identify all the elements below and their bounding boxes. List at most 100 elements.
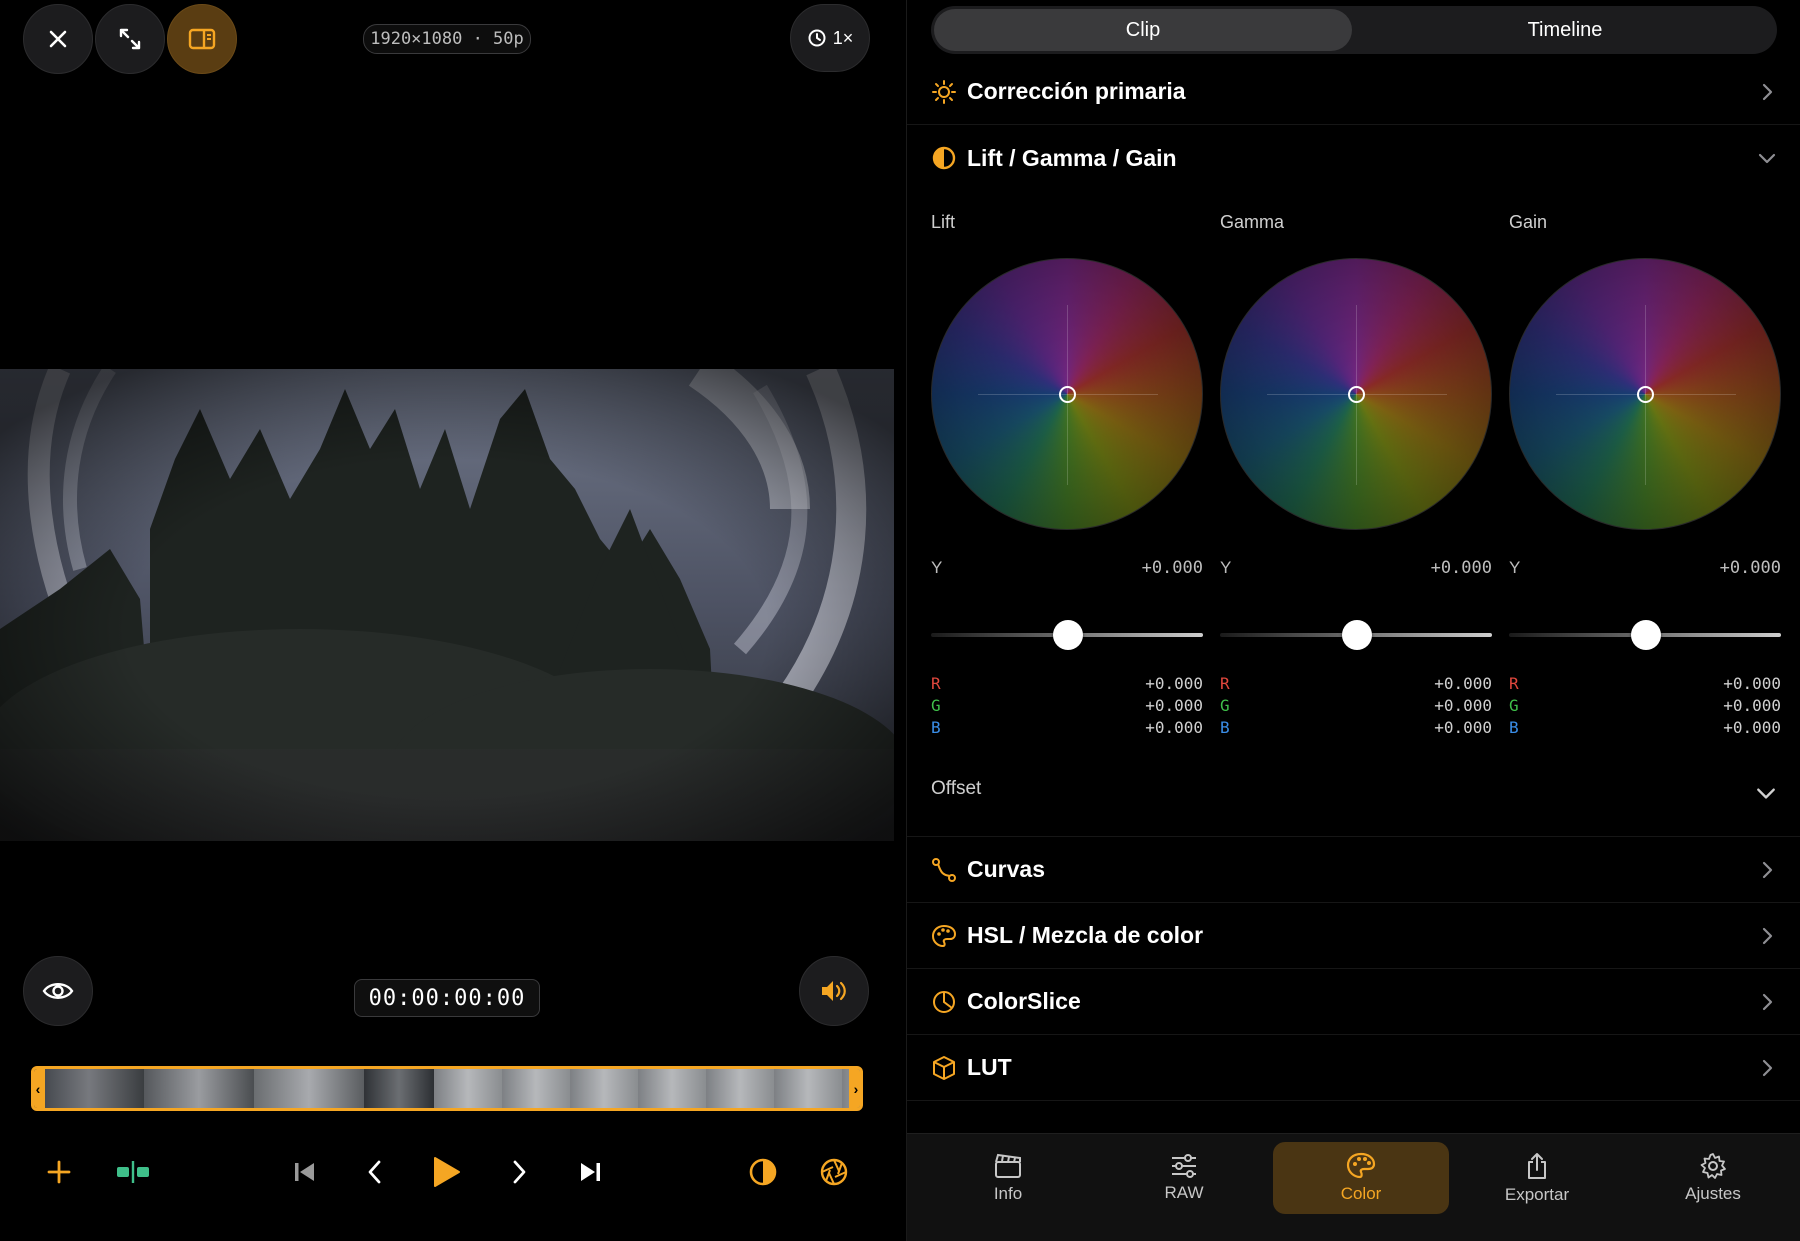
color-compare-button[interactable] <box>741 1150 785 1194</box>
curve-icon <box>931 857 957 883</box>
y-label: Y <box>1509 558 1521 577</box>
go-to-start-button[interactable] <box>283 1150 327 1194</box>
audio-button[interactable] <box>799 956 869 1026</box>
section-lut[interactable]: LUT <box>907 1035 1800 1101</box>
split-button[interactable] <box>108 1150 158 1194</box>
g-row: G +0.000 <box>931 696 1203 715</box>
g-row: G +0.000 <box>1509 696 1781 715</box>
section-label: Corrección primaria <box>967 78 1186 104</box>
section-label: Lift / Gamma / Gain <box>967 144 1177 171</box>
wheel-puck[interactable] <box>1348 386 1365 403</box>
r-row: R +0.000 <box>931 674 1203 693</box>
wheel-puck[interactable] <box>1637 386 1654 403</box>
playback-speed-button[interactable]: 1× <box>790 4 870 72</box>
g-row: G +0.000 <box>1220 696 1492 715</box>
eye-icon <box>42 983 74 999</box>
clapperboard-icon <box>995 1153 1021 1178</box>
b-value: +0.000 <box>1723 718 1781 737</box>
fullscreen-button[interactable] <box>95 4 165 74</box>
section-label: ColorSlice <box>967 988 1081 1014</box>
chevron-right-icon <box>1762 83 1773 100</box>
b-row: B +0.000 <box>1220 718 1492 737</box>
b-row: B +0.000 <box>1509 718 1781 737</box>
aperture-icon <box>820 1158 848 1186</box>
chevron-right-icon <box>1762 927 1773 944</box>
tab-clip[interactable]: Clip <box>934 9 1352 51</box>
tab-color[interactable]: Color <box>1273 1142 1449 1214</box>
g-value: +0.000 <box>1434 696 1492 715</box>
tab-raw[interactable]: RAW <box>1096 1142 1272 1214</box>
chevron-right-icon <box>1762 993 1773 1010</box>
format-badge: 1920×1080 · 50p <box>363 24 531 54</box>
y-label: Y <box>931 558 943 577</box>
video-frame-image <box>0 369 894 841</box>
tab-label: Exportar <box>1504 1185 1570 1204</box>
speed-label: 1× <box>832 27 854 48</box>
r-row: R +0.000 <box>1509 674 1781 693</box>
trim-start-handle[interactable]: ‹ <box>34 1069 45 1108</box>
section-hsl[interactable]: HSL / Mezcla de color <box>907 903 1800 969</box>
y-value: +0.000 <box>1141 558 1203 578</box>
close-button[interactable] <box>23 4 93 74</box>
r-value: +0.000 <box>1434 674 1492 693</box>
tab-label: Info <box>993 1184 1023 1203</box>
sidebar-toggle-button[interactable] <box>167 4 237 74</box>
luma-slider-thumb[interactable] <box>1631 620 1661 650</box>
tab-export[interactable]: Exportar <box>1449 1142 1625 1214</box>
section-curves[interactable]: Curvas <box>907 837 1800 903</box>
g-value: +0.000 <box>1723 696 1781 715</box>
r-value: +0.000 <box>1723 674 1781 693</box>
tab-info[interactable]: Info <box>920 1142 1096 1214</box>
luma-slider-thumb[interactable] <box>1053 620 1083 650</box>
b-row: B +0.000 <box>931 718 1203 737</box>
r-row: R +0.000 <box>1220 674 1492 693</box>
chevron-right-icon <box>1762 861 1773 878</box>
offset-disclosure[interactable]: Offset <box>931 768 1777 818</box>
tab-label: Color <box>1340 1184 1382 1203</box>
add-clip-button[interactable] <box>37 1150 81 1194</box>
close-icon <box>49 30 67 48</box>
wheel-title: Gamma <box>1220 212 1285 232</box>
aperture-button[interactable] <box>812 1150 856 1194</box>
gamma-color-wheel[interactable] <box>1220 258 1492 530</box>
plus-icon <box>47 1160 71 1184</box>
tab-timeline[interactable]: Timeline <box>1356 9 1774 51</box>
lift-color-wheel[interactable] <box>931 258 1203 530</box>
sidebar-icon <box>188 28 216 50</box>
palette-icon <box>1346 1152 1376 1179</box>
chevron-left-icon <box>368 1160 381 1184</box>
next-frame-button[interactable] <box>497 1150 541 1194</box>
section-colorslice[interactable]: ColorSlice <box>907 969 1800 1035</box>
section-lift-gamma-gain[interactable]: Lift / Gamma / Gain <box>907 125 1800 191</box>
chevron-right-icon <box>1762 1059 1773 1076</box>
video-preview[interactable] <box>0 369 894 841</box>
section-label: HSL / Mezcla de color <box>967 922 1204 948</box>
b-value: +0.000 <box>1145 718 1203 737</box>
gain-color-wheel[interactable] <box>1509 258 1781 530</box>
chevron-down-icon <box>1758 153 1776 164</box>
play-icon <box>434 1157 460 1187</box>
section-label: LUT <box>967 1054 1012 1080</box>
trim-end-handle[interactable]: › <box>849 1069 860 1108</box>
g-value: +0.000 <box>1145 696 1203 715</box>
cube-icon <box>931 1055 957 1081</box>
scope-segmented-control: Clip Timeline <box>931 6 1777 54</box>
luma-slider-thumb[interactable] <box>1342 620 1372 650</box>
bottom-tab-bar: Info RAW Color Exportar Ajustes <box>907 1133 1800 1241</box>
wheel-title: Gain <box>1509 212 1548 232</box>
section-primary-correction[interactable]: Corrección primaria <box>907 59 1800 125</box>
timecode-display[interactable]: 00:00:00:00 <box>354 979 540 1017</box>
pie-chart-icon <box>931 989 957 1015</box>
previous-frame-button[interactable] <box>353 1150 397 1194</box>
go-to-end-button[interactable] <box>568 1150 612 1194</box>
clock-icon <box>808 29 826 47</box>
offset-label: Offset <box>931 778 982 799</box>
tab-settings[interactable]: Ajustes <box>1625 1142 1800 1214</box>
b-value: +0.000 <box>1434 718 1492 737</box>
y-value: +0.000 <box>1430 558 1492 578</box>
palette-icon <box>931 923 957 949</box>
play-button[interactable] <box>424 1150 468 1194</box>
wheel-puck[interactable] <box>1059 386 1076 403</box>
trim-filmstrip[interactable]: ‹ › <box>31 1066 863 1111</box>
preview-toggle-button[interactable] <box>23 956 93 1026</box>
